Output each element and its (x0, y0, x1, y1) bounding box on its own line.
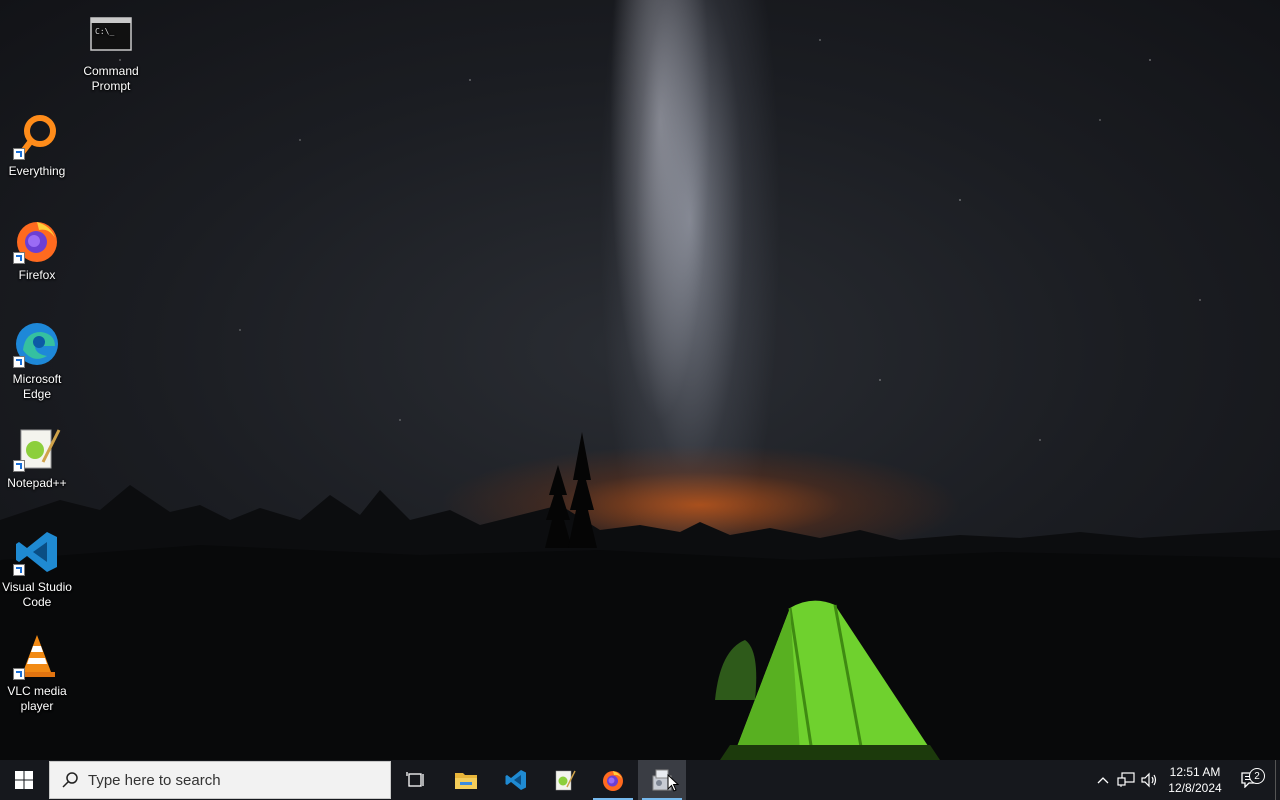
desktop-icon-label: Firefox (18, 268, 56, 282)
show-hidden-icons-button[interactable] (1093, 760, 1113, 800)
shortcut-arrow-icon (13, 564, 25, 576)
clock-time: 12:51 AM (1169, 765, 1221, 779)
desktop-icon-vlc[interactable]: VLC media player (0, 632, 75, 714)
taskbar-notepadpp[interactable] (540, 760, 588, 800)
shortcut-arrow-icon (13, 668, 25, 680)
windows-logo-icon (15, 771, 33, 789)
speaker-icon (1141, 772, 1157, 788)
clock[interactable]: 12:51 AM 12/8/2024 (1162, 760, 1228, 800)
taskbar-search-box[interactable]: Type here to search (49, 761, 391, 799)
notepadpp-icon (13, 424, 61, 472)
network-tray-button[interactable] (1115, 760, 1137, 800)
desktop-icon-microsoft-edge[interactable]: Microsoft Edge (0, 320, 75, 402)
desktop-icon-command-prompt[interactable]: C:\_ Command Prompt (73, 12, 149, 94)
search-icon (62, 772, 78, 788)
vscode-icon (505, 770, 526, 790)
desktop-icon-label: Microsoft Edge (12, 372, 62, 401)
network-icon (1117, 772, 1135, 787)
desktop-icon-everything[interactable]: Everything (0, 112, 75, 179)
svg-text:C:\_: C:\_ (95, 27, 114, 36)
clock-date: 12/8/2024 (1168, 781, 1222, 795)
taskbar-vscode[interactable] (492, 760, 540, 800)
everything-search-icon (13, 112, 61, 160)
firefox-icon (603, 771, 623, 791)
taskbar-firefox[interactable] (589, 760, 637, 800)
vlc-icon (13, 632, 61, 680)
command-prompt-icon: C:\_ (87, 12, 135, 60)
chevron-up-icon (1097, 777, 1109, 784)
desktop-icon-label: Notepad++ (7, 476, 67, 490)
edge-icon (13, 320, 61, 368)
notepadpp-icon (555, 770, 576, 791)
mouse-cursor-icon (667, 774, 679, 792)
desktop-icon-label: VLC media player (7, 684, 67, 713)
volume-tray-button[interactable] (1139, 760, 1161, 800)
task-view-button[interactable] (392, 760, 440, 800)
show-desktop-button[interactable] (1275, 760, 1280, 800)
shortcut-arrow-icon (13, 356, 25, 368)
desktop-icon-label: Command Prompt (83, 64, 139, 93)
search-placeholder: Type here to search (88, 771, 221, 789)
desktop-icon-firefox[interactable]: Firefox (0, 216, 75, 283)
shortcut-arrow-icon (13, 460, 25, 472)
desktop-icon-vscode[interactable]: Visual Studio Code (0, 528, 75, 610)
taskbar: Type here to search 12:51 AM 12/8/2024 2 (0, 760, 1280, 800)
notification-count-badge: 2 (1249, 768, 1265, 784)
vscode-icon (13, 528, 61, 576)
desktop[interactable]: C:\_ Command Prompt Everything Firefox M… (0, 0, 1280, 760)
shortcut-arrow-icon (13, 148, 25, 160)
desktop-icon-notepadpp[interactable]: Notepad++ (0, 424, 75, 491)
taskbar-file-explorer[interactable] (442, 760, 490, 800)
action-center-button[interactable]: 2 (1232, 760, 1268, 800)
firefox-icon (13, 216, 61, 264)
desktop-icon-label: Visual Studio Code (2, 580, 72, 609)
desktop-icon-label: Everything (8, 164, 66, 178)
shortcut-arrow-icon (13, 252, 25, 264)
start-button[interactable] (0, 760, 48, 800)
task-view-icon (406, 772, 424, 787)
file-explorer-icon (455, 773, 477, 789)
wallpaper-landscape (0, 432, 1280, 760)
